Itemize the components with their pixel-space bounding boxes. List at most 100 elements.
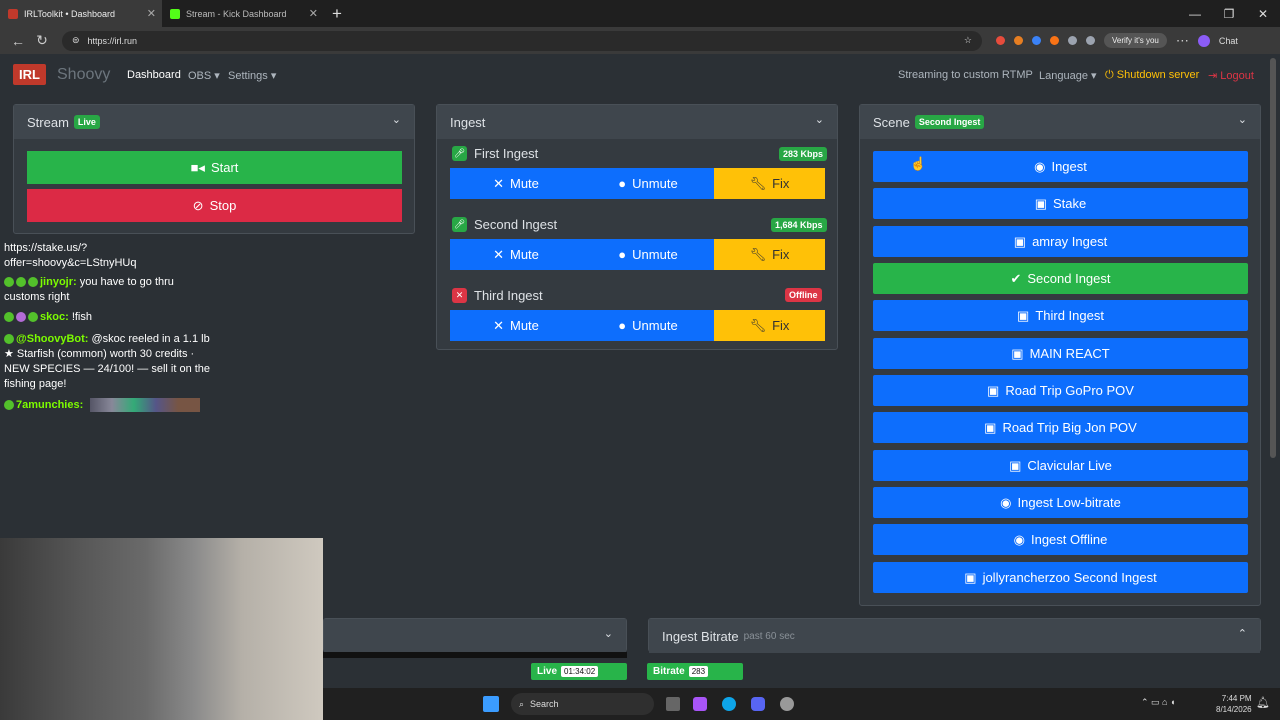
taskbar-search[interactable]: ⌕ Search	[511, 693, 654, 715]
nav-language[interactable]: Language ▾	[1039, 69, 1097, 82]
scene-button-amray-ingest[interactable]: ▣ amray Ingest	[873, 226, 1248, 257]
menu-dots-icon[interactable]: ⋯	[1176, 33, 1189, 49]
extension-icon[interactable]	[1014, 36, 1023, 45]
scene-label: Ingest	[1051, 159, 1087, 174]
discord-icon[interactable]	[751, 697, 765, 711]
scene-label: Road Trip GoPro POV	[1005, 383, 1134, 398]
browser-tab-irltoolkit[interactable]: IRLToolkit • Dashboard ✕	[0, 0, 162, 27]
chevron-down-icon[interactable]: ⌄	[392, 113, 401, 126]
chrome-icon[interactable]	[780, 697, 794, 711]
windows-start-icon[interactable]	[483, 696, 499, 712]
unmute-third-ingest-button[interactable]: ● Unmute	[582, 310, 714, 341]
edge-icon[interactable]	[722, 697, 736, 711]
scene-button-road-trip-big-jon[interactable]: ▣ Road Trip Big Jon POV	[873, 412, 1248, 443]
video-slash-icon: ⊘	[192, 197, 204, 213]
site-info-icon[interactable]: ⊜	[72, 35, 80, 46]
logout-link[interactable]: ⇥ Logout	[1208, 69, 1254, 82]
close-tab-icon[interactable]: ✕	[309, 7, 318, 20]
fix-second-ingest-button[interactable]: 🔧︎ Fix	[714, 239, 825, 270]
ingest-bitrate-badge: 283 Kbps	[779, 147, 828, 161]
scene-button-ingest-offline[interactable]: ◉ Ingest Offline	[873, 524, 1248, 555]
unmute-second-ingest-button[interactable]: ● Unmute	[582, 239, 714, 270]
extension-icon[interactable]	[996, 36, 1005, 45]
microphone-icon: ●	[618, 247, 627, 262]
scene-card-header[interactable]: Scene Second Ingest ⌄	[860, 105, 1260, 139]
fix-first-ingest-button[interactable]: 🔧︎ Fix	[714, 168, 825, 199]
nav-settings[interactable]: Settings ▾	[228, 69, 276, 82]
nav-dashboard[interactable]: Dashboard	[127, 69, 181, 81]
robot-icon: ◉	[1000, 494, 1012, 510]
live-badge: Live	[73, 115, 100, 129]
url-input[interactable]: ⊜ https://irl.run ☆	[62, 30, 982, 51]
page-scrollbar[interactable]	[1270, 58, 1276, 458]
chat-button[interactable]: Chat	[1219, 36, 1238, 46]
scene-button-road-trip-gopro[interactable]: ▣ Road Trip GoPro POV	[873, 375, 1248, 406]
stream-card-header[interactable]: Stream Live ⌄	[14, 105, 414, 139]
scene-button-ingest[interactable]: ◉ Ingest	[873, 151, 1248, 182]
chat-username: 7amunchies:	[16, 399, 84, 411]
notification-bell-icon[interactable]: 🔔︎	[1256, 696, 1270, 709]
chevron-down-icon[interactable]: ⌄	[1238, 113, 1247, 126]
scene-button-main-react[interactable]: ▣ MAIN REACT	[873, 338, 1248, 369]
start-stream-button[interactable]: ■◂ Start	[27, 151, 402, 184]
power-icon: ⏻	[1105, 69, 1114, 81]
stop-stream-button[interactable]: ⊘ Stop	[27, 189, 402, 222]
mute-second-ingest-button[interactable]: ✕ Mute	[450, 239, 582, 270]
fix-third-ingest-button[interactable]: 🔧︎ Fix	[714, 310, 825, 341]
ingest-bitrate-header[interactable]: Ingest Bitrate past 60 sec ⌃	[649, 619, 1260, 653]
bookmark-star-icon[interactable]: ☆	[964, 35, 972, 46]
robot-icon: ◉	[1013, 531, 1025, 547]
scene-button-ingest-low-bitrate[interactable]: ◉ Ingest Low-bitrate	[873, 487, 1248, 518]
mute-first-ingest-button[interactable]: ✕ Mute	[450, 168, 582, 199]
extension-icon[interactable]	[1050, 36, 1059, 45]
collapsed-card-header[interactable]: ⌄	[324, 619, 626, 653]
task-view-icon[interactable]	[666, 697, 680, 711]
scene-title: Scene	[873, 114, 910, 130]
favorites-icon[interactable]	[1086, 36, 1095, 45]
start-label: Start	[210, 160, 239, 175]
mic-slash-icon: ✕	[452, 288, 467, 303]
brand-name[interactable]: Shoovy	[57, 66, 110, 84]
microphone-icon: ●	[618, 176, 627, 191]
back-icon[interactable]: ←	[6, 33, 30, 49]
badge-icon	[4, 400, 14, 411]
nav-obs[interactable]: OBS ▾	[188, 69, 220, 82]
ingest-card-header[interactable]: Ingest ⌄	[437, 105, 837, 139]
chat-text: https://stake.us/?	[4, 242, 88, 254]
scene-button-stake[interactable]: ▣ Stake	[873, 188, 1248, 219]
scene-button-jollyrancherzoo[interactable]: ▣ jollyrancherzoo Second Ingest	[873, 562, 1248, 593]
bitrate-status-button[interactable]: Bitrate 283	[647, 663, 743, 680]
live-status-button[interactable]: Live 01:34:02	[531, 663, 627, 680]
unmute-first-ingest-button[interactable]: ● Unmute	[582, 168, 714, 199]
unmute-label: Unmute	[632, 247, 678, 262]
clock[interactable]: 7:44 PM 8/14/2026	[1216, 693, 1252, 715]
scene-label: Ingest Low-bitrate	[1017, 495, 1121, 510]
extension-icon[interactable]	[1032, 36, 1041, 45]
new-tab-icon[interactable]: +	[332, 4, 342, 24]
copilot-icon[interactable]	[693, 697, 707, 711]
chevron-down-icon[interactable]: ⌄	[604, 627, 613, 640]
tab-title: Stream - Kick Dashboard	[186, 8, 287, 19]
nav-obs-label: OBS	[188, 70, 212, 82]
minimize-icon[interactable]: —	[1178, 7, 1212, 21]
close-window-icon[interactable]: ✕	[1246, 7, 1280, 21]
tray-icons[interactable]: ⌃ ▭ ⌂ ◖	[1141, 697, 1175, 708]
scene-button-second-ingest[interactable]: ✔ Second Ingest	[873, 263, 1248, 294]
puzzle-icon[interactable]	[1068, 36, 1077, 45]
shutdown-server-link[interactable]: ⏻ Shutdown server	[1105, 69, 1199, 82]
close-tab-icon[interactable]: ✕	[147, 7, 156, 20]
chevron-up-icon[interactable]: ⌃	[1238, 627, 1247, 640]
maximize-icon[interactable]: ❐	[1212, 7, 1246, 21]
irl-logo[interactable]: IRL	[13, 64, 46, 85]
scene-button-third-ingest[interactable]: ▣ Third Ingest	[873, 300, 1248, 331]
chevron-down-icon[interactable]: ⌄	[815, 113, 824, 126]
browser-tab-kick[interactable]: Stream - Kick Dashboard ✕	[162, 0, 324, 27]
reload-icon[interactable]: ↻	[30, 32, 54, 49]
logout-icon: ⇥	[1208, 70, 1218, 82]
verify-button[interactable]: Verify it's you	[1104, 33, 1167, 48]
mouse-cursor-icon: ☝	[910, 156, 927, 171]
scene-button-clavicular-live[interactable]: ▣ Clavicular Live	[873, 450, 1248, 481]
copilot-icon[interactable]	[1197, 34, 1210, 47]
mute-third-ingest-button[interactable]: ✕ Mute	[450, 310, 582, 341]
chat-text: @skoc reeled in a 1.1 lb	[91, 333, 210, 345]
